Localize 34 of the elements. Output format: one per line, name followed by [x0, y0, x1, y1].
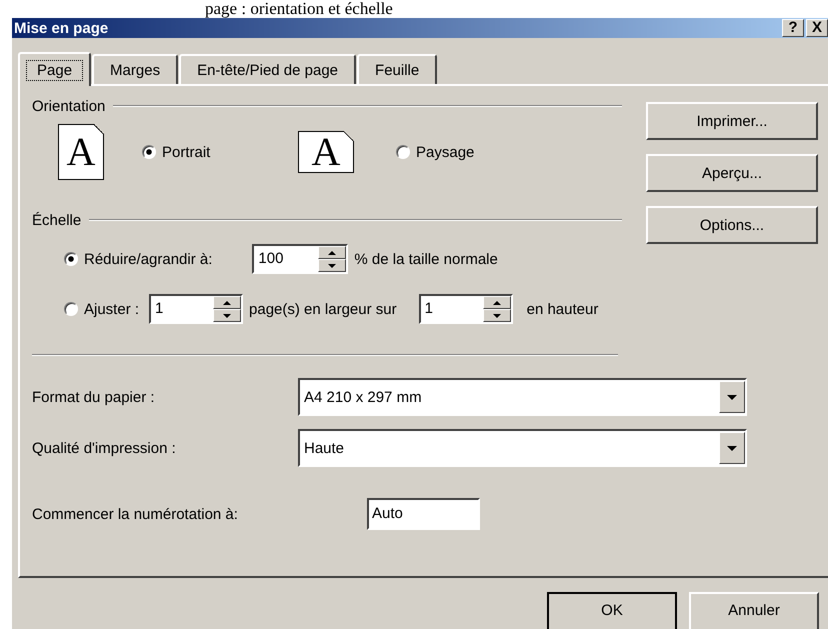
field-label: Commencer la numérotation à:: [32, 506, 239, 522]
field-label: Qualité d'impression :: [32, 440, 177, 456]
landscape-page-icon: A: [298, 131, 354, 173]
close-button[interactable]: X: [806, 19, 828, 37]
group-label: Échelle: [32, 212, 82, 228]
unit-label: page(s) en largeur sur: [249, 300, 397, 318]
group-label: Orientation: [32, 98, 106, 114]
dialog-button[interactable]: Options...: [646, 206, 818, 244]
dialog-button[interactable]: Aperçu...: [646, 154, 818, 192]
radio-label[interactable]: Paysage: [416, 144, 474, 160]
dialog-button[interactable]: OK: [547, 592, 677, 629]
input-field[interactable]: Auto: [367, 498, 480, 530]
field-label: Format du papier :: [32, 388, 156, 406]
dialog-button[interactable]: Annuler: [689, 592, 819, 629]
radio-label[interactable]: Réduire/agrandir à:: [84, 250, 212, 268]
radio-label[interactable]: Portrait: [162, 144, 210, 160]
radio-button[interactable]: [396, 145, 410, 159]
radio-label[interactable]: Ajuster :: [84, 300, 140, 318]
caption-text: page : orientation et échelle: [204, 0, 394, 18]
dropdown[interactable]: A4 210 x 297 mm: [298, 378, 747, 416]
help-button[interactable]: ?: [782, 19, 804, 37]
tab[interactable]: Feuille: [357, 54, 438, 84]
tab[interactable]: Page: [18, 52, 92, 86]
tab[interactable]: En-tête/Pied de page: [179, 54, 356, 84]
unit-label: en hauteur: [526, 300, 598, 318]
unit-label: % de la taille normale: [354, 250, 498, 268]
tab[interactable]: Marges: [92, 54, 178, 84]
window-title: Mise en page: [14, 20, 108, 36]
radio-button[interactable]: [64, 302, 78, 316]
portrait-page-icon: A: [58, 124, 104, 180]
dropdown[interactable]: Haute: [298, 429, 747, 467]
dialog-button[interactable]: Imprimer...: [646, 102, 818, 140]
radio-button[interactable]: [142, 145, 156, 159]
radio-button[interactable]: [64, 252, 78, 266]
